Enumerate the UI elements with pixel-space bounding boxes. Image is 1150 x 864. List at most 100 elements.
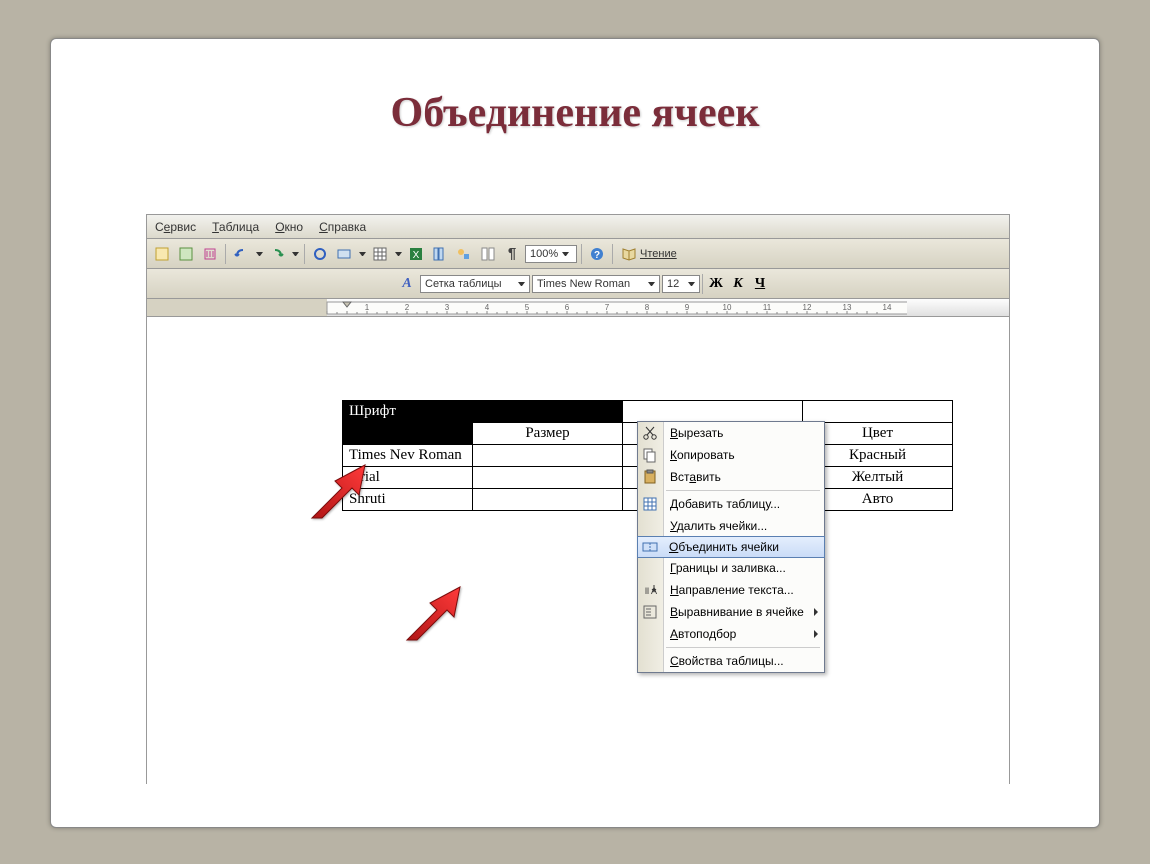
table-cell[interactable] [473, 467, 623, 489]
cm-paste[interactable]: Вставить [638, 466, 824, 488]
svg-text:6: 6 [565, 303, 570, 312]
cm-label: Направление текста... [670, 583, 794, 597]
word-menubar: Сервис Таблица Окно Справка [147, 215, 1009, 239]
cm-label: Автоподбор [670, 627, 736, 641]
table-add-icon [642, 496, 658, 512]
table-cell[interactable] [803, 401, 953, 423]
redo-dropdown[interactable] [290, 243, 300, 265]
cm-label: Свойства таблицы... [670, 654, 784, 668]
table-cell[interactable]: Красный [803, 445, 953, 467]
svg-text:10: 10 [723, 303, 732, 312]
toolbar-icon[interactable] [151, 243, 173, 265]
standard-toolbar: X ¶ 100% ? Чтение [147, 239, 1009, 269]
dropdown-arrow[interactable] [357, 243, 367, 265]
table-cell[interactable]: Авто [803, 489, 953, 511]
submenu-arrow-icon [814, 630, 818, 638]
formatting-toolbar: A Сетка таблицы Times New Roman 12 Ж К Ч [147, 269, 1009, 299]
cell-selected[interactable] [473, 401, 623, 423]
table-cell[interactable]: Цвет [803, 423, 953, 445]
svg-text:ll: ll [645, 586, 649, 596]
cm-borders[interactable]: Границы и заливка... [638, 557, 824, 579]
merge-icon [642, 539, 658, 555]
svg-text:2: 2 [405, 303, 410, 312]
cm-cut[interactable]: Вырезать [638, 422, 824, 444]
style-value: Сетка таблицы [425, 278, 502, 290]
redo-icon[interactable] [266, 243, 288, 265]
font-dropdown[interactable]: Times New Roman [532, 275, 660, 293]
menu-window[interactable]: Окно [275, 220, 303, 234]
menu-help[interactable]: Справка [319, 220, 366, 234]
svg-text:9: 9 [685, 303, 690, 312]
toolbar-separator [581, 244, 582, 264]
svg-text:3: 3 [445, 303, 450, 312]
toolbar-icon[interactable] [175, 243, 197, 265]
toolbar-separator [304, 244, 305, 264]
bold-button[interactable]: Ж [705, 276, 727, 292]
svg-text:8: 8 [645, 303, 650, 312]
menu-table[interactable]: Таблица [212, 220, 259, 234]
cm-label: Вырезать [670, 426, 723, 440]
menu-service[interactable]: Сервис [155, 220, 196, 234]
cell-selected[interactable] [343, 423, 473, 445]
excel-icon[interactable]: X [405, 243, 427, 265]
cm-label: Вставить [670, 470, 721, 484]
cm-cell-alignment[interactable]: Выравнивание в ячейке [638, 601, 824, 623]
hyperlink-icon[interactable] [309, 243, 331, 265]
underline-button[interactable]: Ч [749, 276, 771, 292]
dropdown-arrow[interactable] [393, 243, 403, 265]
toolbar-icon[interactable] [199, 243, 221, 265]
table-cell[interactable]: Желтый [803, 467, 953, 489]
size-dropdown[interactable]: 12 [662, 275, 700, 293]
svg-text:13: 13 [843, 303, 852, 312]
insert-table-icon[interactable] [369, 243, 391, 265]
show-hide-icon[interactable]: ¶ [501, 243, 523, 265]
columns-icon[interactable] [429, 243, 451, 265]
italic-button[interactable]: К [727, 276, 749, 292]
horizontal-ruler: 123 456 789 101112 1314 [147, 299, 1009, 317]
zoom-dropdown[interactable]: 100% [525, 245, 577, 263]
drawing-icon[interactable] [453, 243, 475, 265]
document-map-icon[interactable] [477, 243, 499, 265]
table-cell[interactable] [473, 489, 623, 511]
cm-label: Выравнивание в ячейке [670, 605, 804, 619]
undo-icon[interactable] [230, 243, 252, 265]
cm-autofit[interactable]: Автоподбор [638, 623, 824, 645]
cut-icon [642, 425, 658, 441]
cm-text-direction[interactable]: llA Направление текста... [638, 579, 824, 601]
table-cell[interactable] [623, 401, 803, 423]
svg-text:5: 5 [525, 303, 530, 312]
table-cell[interactable]: Размер [473, 423, 623, 445]
reading-label: Чтение [640, 248, 677, 260]
font-color-icon[interactable]: A [396, 273, 418, 295]
style-dropdown[interactable]: Сетка таблицы [420, 275, 530, 293]
toolbar-icon[interactable] [333, 243, 355, 265]
toolbar-separator [702, 274, 703, 294]
zoom-value: 100% [530, 248, 558, 260]
word-screenshot: Сервис Таблица Окно Справка X ¶ [146, 214, 1010, 784]
svg-text:?: ? [594, 250, 600, 261]
toolbar-separator [225, 244, 226, 264]
reading-button[interactable]: Чтение [617, 244, 681, 264]
table-cell[interactable] [473, 445, 623, 467]
svg-text:4: 4 [485, 303, 490, 312]
context-menu: Вырезать Копировать Вставить Добавить та… [637, 421, 825, 673]
svg-text:11: 11 [763, 303, 772, 312]
undo-dropdown[interactable] [254, 243, 264, 265]
cm-merge-cells[interactable]: Объединить ячейки [637, 536, 825, 558]
cell-selected[interactable]: Шрифт [343, 401, 473, 423]
cm-insert-table[interactable]: Добавить таблицу... [638, 493, 824, 515]
paste-icon [642, 469, 658, 485]
cm-copy[interactable]: Копировать [638, 444, 824, 466]
align-icon [642, 604, 658, 620]
font-value: Times New Roman [537, 278, 630, 290]
slide-title: Объединение ячеек [51, 89, 1099, 137]
copy-icon [642, 447, 658, 463]
table-row: Шрифт [343, 401, 953, 423]
cm-delete-cells[interactable]: Удалить ячейки... [638, 515, 824, 537]
cm-table-props[interactable]: Свойства таблицы... [638, 650, 824, 672]
document-area: Шрифт Размер Начертание Цвет Times Nev R… [147, 317, 1009, 785]
cm-label: Удалить ячейки... [670, 519, 767, 533]
svg-text:14: 14 [883, 303, 892, 312]
help-icon[interactable]: ? [586, 243, 608, 265]
svg-text:X: X [413, 250, 420, 261]
